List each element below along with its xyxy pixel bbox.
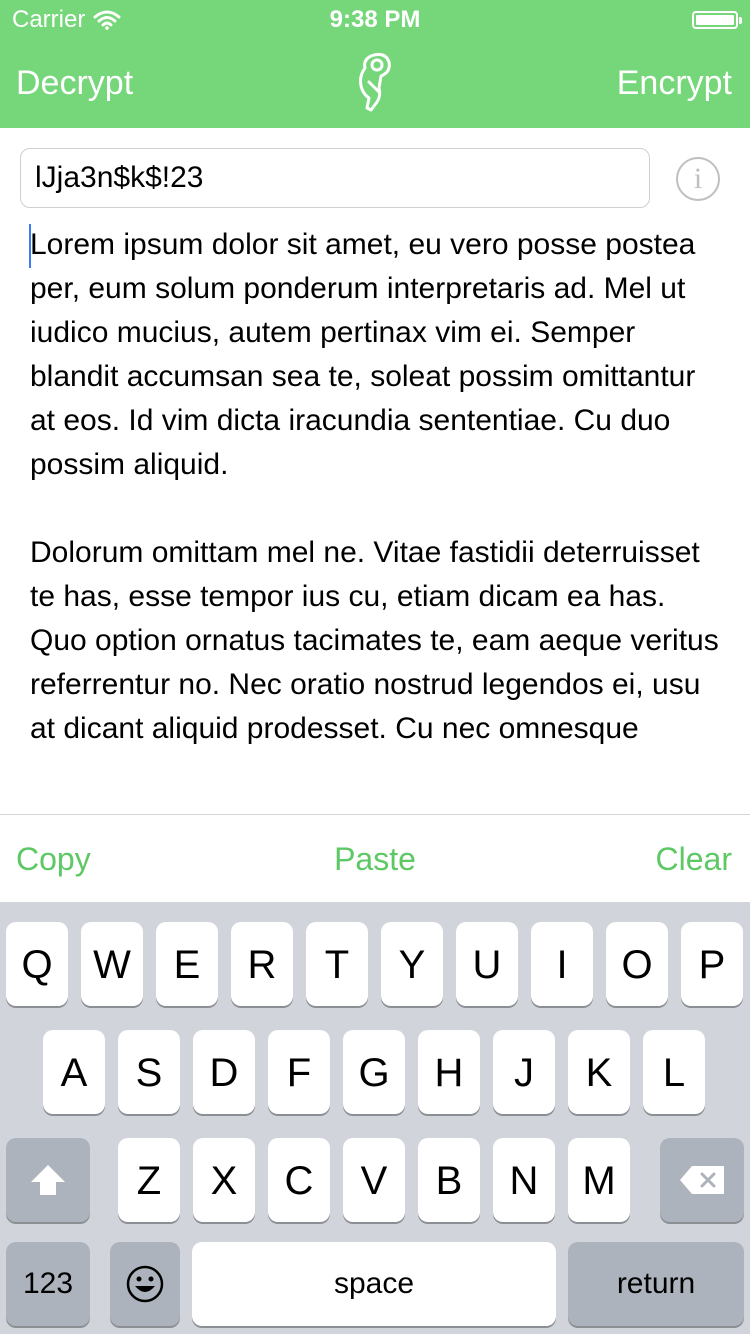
emoji-key[interactable] [110,1242,180,1326]
clear-button[interactable]: Clear [656,841,732,878]
message-paragraph-2: Dolorum omittam mel ne. Vitae fastidii d… [30,536,719,745]
info-icon[interactable]: i [676,157,720,201]
key-d[interactable]: D [193,1030,255,1114]
battery-icon [692,11,742,29]
key-q[interactable]: Q [6,922,68,1006]
return-key[interactable]: return [568,1242,744,1326]
backspace-key[interactable] [660,1138,744,1222]
key-b[interactable]: B [418,1138,480,1222]
key-g[interactable]: G [343,1030,405,1114]
key-k[interactable]: K [568,1030,630,1114]
key-n[interactable]: N [493,1138,555,1222]
message-text-area[interactable]: Lorem ipsum dolor sit amet, eu vero poss… [0,218,750,814]
key-p[interactable]: P [681,922,743,1006]
key-y[interactable]: Y [381,922,443,1006]
key-x[interactable]: X [193,1138,255,1222]
keyboard: Q W E R T Y U I O P A S D F G H J K L Z … [0,902,750,1334]
app-header: Carrier 9:38 PM Decrypt Encrypt [0,0,750,128]
status-time: 9:38 PM [329,6,421,33]
navigation-bar: Decrypt Encrypt [0,40,750,128]
key-o[interactable]: O [606,922,668,1006]
action-bar: Copy Paste Clear [0,814,750,903]
key-w[interactable]: W [81,922,143,1006]
key-c[interactable]: C [268,1138,330,1222]
paste-button[interactable]: Paste [0,841,750,878]
key-t[interactable]: T [306,922,368,1006]
key-icon [359,53,391,112]
key-i[interactable]: I [531,922,593,1006]
key-j[interactable]: J [493,1030,555,1114]
key-e[interactable]: E [156,922,218,1006]
key-h[interactable]: H [418,1030,480,1114]
key-u[interactable]: U [456,922,518,1006]
shift-key[interactable] [6,1138,90,1222]
text-cursor [29,224,31,268]
encrypt-button[interactable]: Encrypt [617,64,732,103]
key-r[interactable]: R [231,922,293,1006]
key-f[interactable]: F [268,1030,330,1114]
key-input[interactable] [20,148,650,208]
key-a[interactable]: A [43,1030,105,1114]
decrypt-button[interactable]: Decrypt [16,64,133,103]
key-z[interactable]: Z [118,1138,180,1222]
emoji-icon [126,1265,164,1303]
key-m[interactable]: M [568,1138,630,1222]
key-s[interactable]: S [118,1030,180,1114]
key-l[interactable]: L [643,1030,705,1114]
key-v[interactable]: V [343,1138,405,1222]
message-paragraph-1: Lorem ipsum dolor sit amet, eu vero poss… [30,228,696,481]
numbers-key[interactable]: 123 [6,1242,90,1326]
status-bar: Carrier 9:38 PM [0,0,750,40]
space-key[interactable]: space [192,1242,556,1326]
backspace-icon [680,1166,724,1194]
shift-arrow-icon [31,1165,65,1195]
key-row: i [0,128,750,224]
